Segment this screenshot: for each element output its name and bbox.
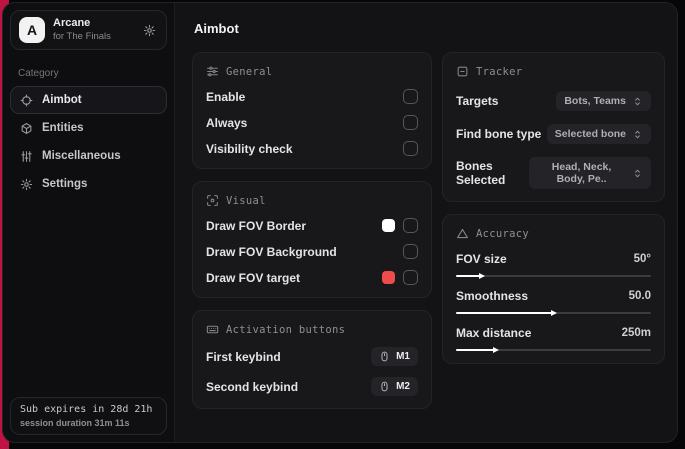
max-distance-slider[interactable] (456, 349, 651, 351)
brand-settings-button[interactable] (141, 22, 158, 39)
bones-selected-dropdown[interactable]: Head, Neck, Body, Pe.. (529, 157, 651, 189)
sidebar-item-settings[interactable]: Settings (10, 170, 167, 198)
mouse-icon (379, 351, 390, 362)
gear-icon (143, 24, 156, 37)
accuracy-card: Accuracy FOV size 50° Smoothness 50.0 Ma… (442, 214, 665, 364)
setting-row-second-keybind: Second keybind M2 (206, 377, 418, 396)
chevrons-up-down-icon (632, 129, 643, 140)
setting-row-max-distance: Max distance 250m (456, 326, 651, 351)
chevrons-up-down-icon (632, 96, 643, 107)
max-distance-value: 250m (621, 327, 651, 339)
keyboard-icon (206, 323, 219, 336)
smoothness-slider[interactable] (456, 312, 651, 314)
setting-row-draw-fov-border: Draw FOV Border (206, 218, 418, 233)
category-label: Category (18, 68, 59, 79)
setting-row-visibility-check: Visibility check (206, 141, 418, 156)
fov-size-value: 50° (633, 253, 651, 265)
draw-fov-target-checkbox[interactable] (403, 270, 418, 285)
tracker-card: Tracker Targets Bots, Teams Find bone ty… (442, 52, 665, 202)
fov-border-color-swatch[interactable] (382, 219, 395, 232)
fov-size-slider[interactable] (456, 275, 651, 277)
app-window: A Arcane for The Finals Category Aimbot … (0, 0, 685, 449)
brand-card: A Arcane for The Finals (10, 10, 167, 50)
sidebar-item-label: Aimbot (42, 94, 82, 106)
card-title: Activation buttons (226, 323, 346, 336)
square-minus-icon (456, 65, 469, 78)
card-title: Tracker (476, 65, 523, 78)
sidebar-item-label: Entities (42, 122, 84, 134)
setting-row-fov-size: FOV size 50° (456, 252, 651, 277)
setting-row-draw-fov-background: Draw FOV Background (206, 244, 418, 259)
cheat-menu-window: A Arcane for The Finals Category Aimbot … (2, 2, 678, 443)
activation-card: Activation buttons First keybind M1 Seco… (192, 310, 432, 409)
session-duration-text: session duration 31m 11s (20, 418, 130, 428)
fov-target-color-swatch[interactable] (382, 271, 395, 284)
subscription-info: Sub expires in 28d 21h session duration … (10, 397, 167, 435)
sidebar-item-label: Settings (42, 178, 88, 190)
mouse-icon (379, 381, 390, 392)
chevrons-up-down-icon (632, 168, 643, 179)
brand-name: Arcane (53, 17, 91, 30)
draw-fov-border-checkbox[interactable] (403, 218, 418, 233)
scan-eye-icon (206, 194, 219, 207)
gear-icon (20, 178, 33, 191)
page-title: Aimbot (194, 21, 239, 36)
setting-row-targets: Targets Bots, Teams (456, 91, 651, 111)
sidebar-item-entities[interactable]: Entities (10, 114, 167, 142)
sidebar: A Arcane for The Finals Category Aimbot … (3, 3, 175, 442)
draw-fov-background-checkbox[interactable] (403, 244, 418, 259)
sidebar-item-label: Miscellaneous (42, 150, 121, 162)
card-title: General (226, 65, 273, 78)
find-bone-type-dropdown[interactable]: Selected bone (546, 124, 651, 144)
setting-row-bones-selected: Bones Selected Head, Neck, Body, Pe.. (456, 157, 651, 189)
sliders-vertical-icon (20, 150, 33, 163)
crosshair-icon (20, 94, 33, 107)
second-keybind-button[interactable]: M2 (371, 377, 418, 396)
setting-row-find-bone-type: Find bone type Selected bone (456, 124, 651, 144)
sidebar-nav: Aimbot Entities Miscellaneous Settings (3, 86, 174, 198)
card-title: Accuracy (476, 227, 529, 240)
sidebar-item-miscellaneous[interactable]: Miscellaneous (10, 142, 167, 170)
sliders-horizontal-icon (206, 65, 219, 78)
general-card: General Enable Always Visibility check (192, 52, 432, 169)
brand-subtitle: for The Finals (53, 30, 111, 42)
triangle-icon (456, 227, 469, 240)
setting-row-always: Always (206, 115, 418, 130)
first-keybind-button[interactable]: M1 (371, 347, 418, 366)
setting-row-first-keybind: First keybind M1 (206, 347, 418, 366)
always-checkbox[interactable] (403, 115, 418, 130)
smoothness-value: 50.0 (628, 290, 651, 302)
brand-logo: A (19, 17, 45, 43)
card-title: Visual (226, 194, 266, 207)
sidebar-item-aimbot[interactable]: Aimbot (10, 86, 167, 114)
box-icon (20, 122, 33, 135)
setting-row-draw-fov-target: Draw FOV target (206, 270, 418, 285)
setting-row-enable: Enable (206, 89, 418, 104)
visibility-check-checkbox[interactable] (403, 141, 418, 156)
visual-card: Visual Draw FOV Border Draw FOV Backgrou… (192, 181, 432, 298)
enable-checkbox[interactable] (403, 89, 418, 104)
setting-row-smoothness: Smoothness 50.0 (456, 289, 651, 314)
main-panel: Aimbot General Enable Always Visibility … (175, 3, 677, 442)
targets-dropdown[interactable]: Bots, Teams (556, 91, 651, 111)
sub-expiry-text: Sub expires in 28d 21h (20, 404, 153, 415)
